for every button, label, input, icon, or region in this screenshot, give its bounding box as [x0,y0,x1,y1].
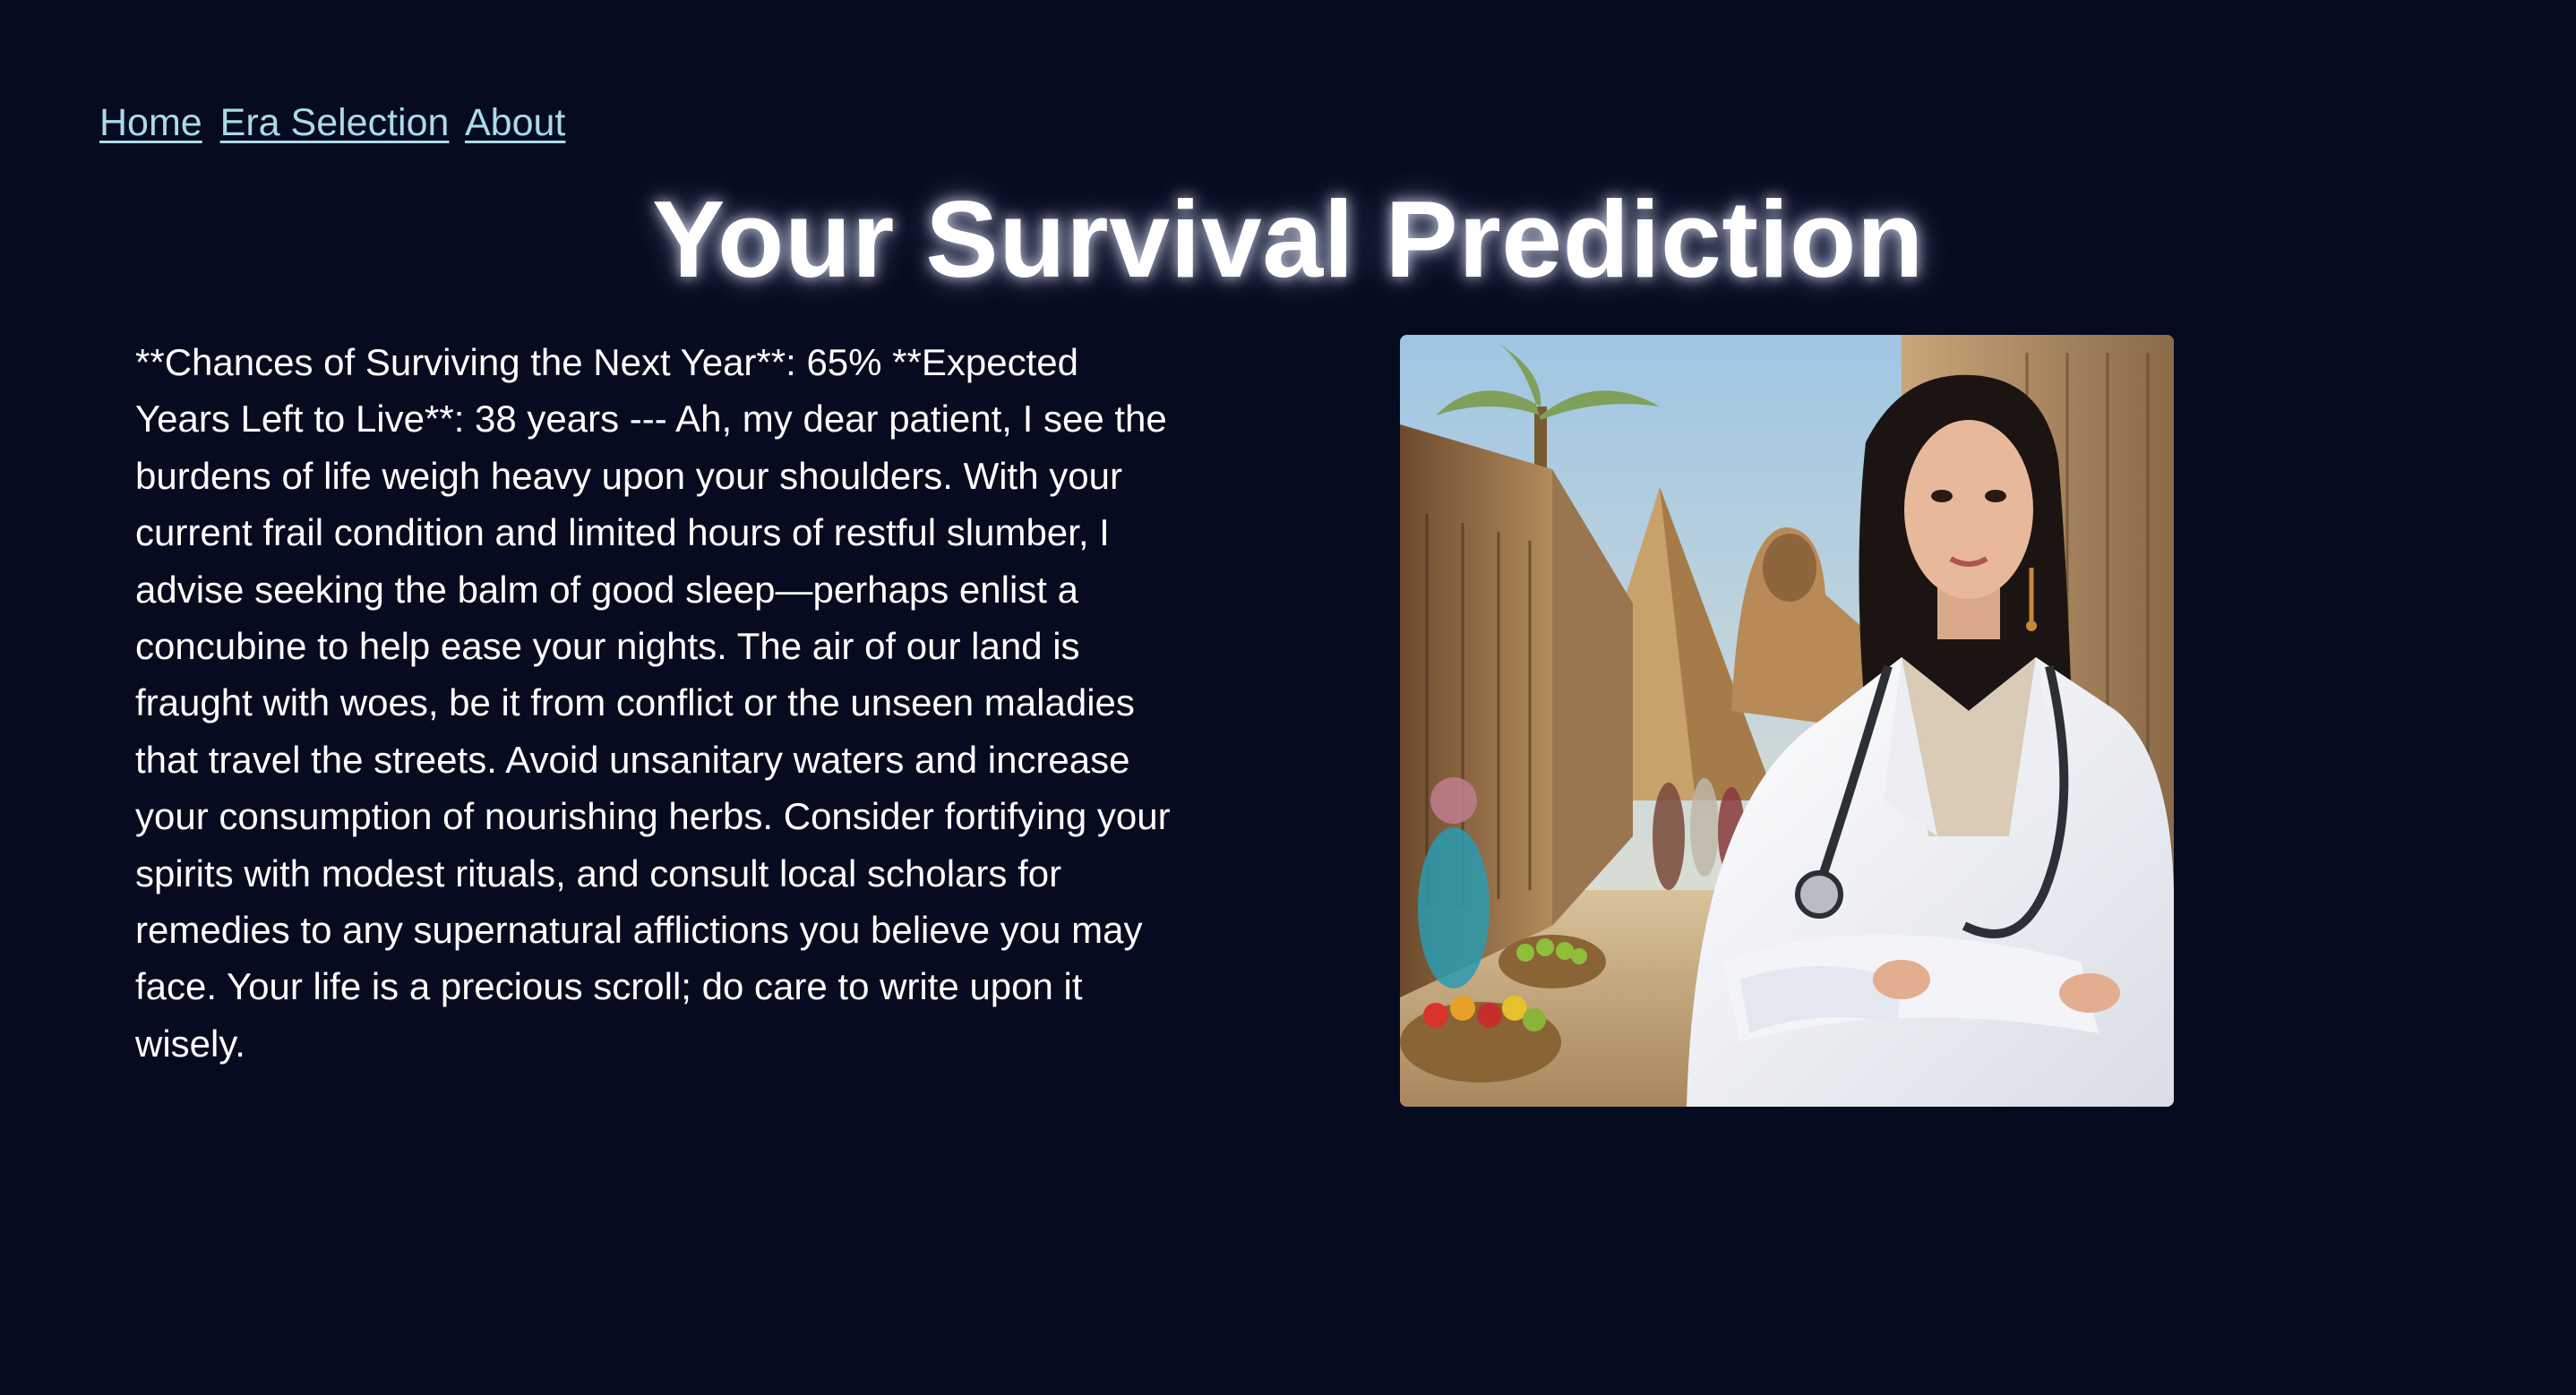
nav-link-era-selection[interactable]: Era Selection [220,101,450,144]
page-title: Your Survival Prediction [652,178,1924,300]
top-nav: Home Era Selection About [99,97,572,149]
nav-link-home[interactable]: Home [99,101,202,144]
nav-link-about[interactable]: About [465,101,565,144]
doctor-illustration [1400,335,2174,1107]
page: Home Era Selection About Your Survival P… [0,0,2576,1395]
doctor-illustration-art [1400,335,2174,1107]
prediction-text: **Chances of Surviving the Next Year**: … [135,341,1171,1065]
